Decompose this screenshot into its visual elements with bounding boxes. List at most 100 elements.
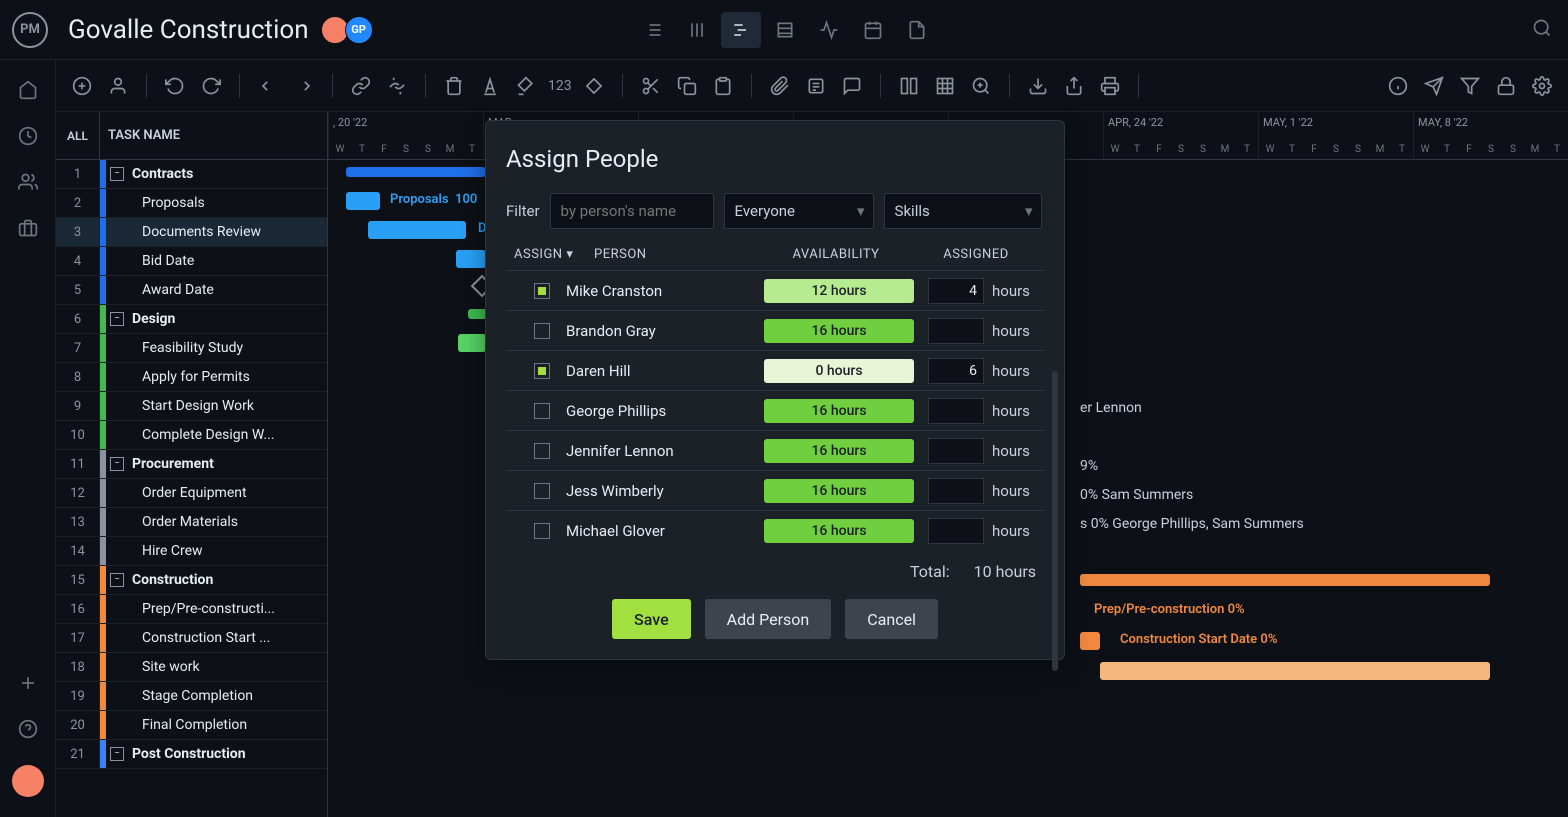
comment-icon[interactable] bbox=[838, 72, 866, 100]
attach-icon[interactable] bbox=[766, 72, 794, 100]
assigned-hours-input[interactable] bbox=[928, 438, 984, 464]
people-scrollbar[interactable] bbox=[1052, 371, 1058, 671]
task-row[interactable]: 11−Procurement bbox=[56, 450, 327, 479]
undo-icon[interactable] bbox=[161, 72, 189, 100]
files-view-icon[interactable] bbox=[897, 12, 937, 48]
task-row[interactable]: 20Final Completion bbox=[56, 711, 327, 740]
task-row[interactable]: 2Proposals bbox=[56, 189, 327, 218]
add-person-button[interactable]: Add Person bbox=[705, 599, 832, 639]
col-header-name[interactable]: TASK NAME bbox=[100, 112, 327, 159]
save-button[interactable]: Save bbox=[612, 599, 691, 639]
assigned-hours-input[interactable] bbox=[928, 478, 984, 504]
gantt-bar-construction[interactable] bbox=[1080, 574, 1490, 586]
gantt-bar-contracts[interactable] bbox=[346, 167, 486, 177]
task-row[interactable]: 6−Design bbox=[56, 305, 327, 334]
assign-checkbox[interactable] bbox=[534, 283, 550, 299]
board-view-icon[interactable] bbox=[677, 12, 717, 48]
gantt-bar-sitework[interactable] bbox=[1100, 662, 1490, 680]
logo-icon[interactable]: PM bbox=[12, 12, 48, 48]
text-color-icon[interactable] bbox=[476, 72, 504, 100]
cancel-button[interactable]: Cancel bbox=[845, 599, 938, 639]
col-header-all[interactable]: ALL bbox=[56, 112, 100, 159]
share-icon[interactable] bbox=[1060, 72, 1088, 100]
assigned-hours-input[interactable] bbox=[928, 398, 984, 424]
team-icon[interactable] bbox=[16, 172, 40, 192]
assign-checkbox[interactable] bbox=[534, 523, 550, 539]
sheet-view-icon[interactable] bbox=[765, 12, 805, 48]
assign-checkbox[interactable] bbox=[534, 363, 550, 379]
recent-icon[interactable] bbox=[16, 126, 40, 146]
lock-icon[interactable] bbox=[1492, 72, 1520, 100]
info-icon[interactable] bbox=[1384, 72, 1412, 100]
collapse-icon[interactable]: − bbox=[110, 167, 124, 181]
delete-icon[interactable] bbox=[440, 72, 468, 100]
task-row[interactable]: 14Hire Crew bbox=[56, 537, 327, 566]
task-row[interactable]: 19Stage Completion bbox=[56, 682, 327, 711]
home-icon[interactable] bbox=[16, 80, 40, 100]
gantt-bar-constr-start[interactable] bbox=[1080, 632, 1100, 650]
help-icon[interactable] bbox=[16, 719, 40, 739]
add-task-icon[interactable] bbox=[68, 72, 96, 100]
columns-icon[interactable] bbox=[895, 72, 923, 100]
collapse-icon[interactable]: − bbox=[110, 573, 124, 587]
avatar-group[interactable]: GP bbox=[325, 16, 373, 44]
zoom-icon[interactable] bbox=[967, 72, 995, 100]
task-row[interactable]: 18Site work bbox=[56, 653, 327, 682]
collapse-icon[interactable]: − bbox=[110, 747, 124, 761]
note-icon[interactable] bbox=[802, 72, 830, 100]
cut-icon[interactable] bbox=[637, 72, 665, 100]
print-icon[interactable] bbox=[1096, 72, 1124, 100]
task-row[interactable]: 4Bid Date bbox=[56, 247, 327, 276]
briefcase-icon[interactable] bbox=[16, 218, 40, 238]
grid-icon[interactable] bbox=[931, 72, 959, 100]
assigned-hours-input[interactable] bbox=[928, 318, 984, 344]
task-row[interactable]: 5Award Date bbox=[56, 276, 327, 305]
unlink-icon[interactable] bbox=[383, 72, 411, 100]
assign-checkbox[interactable] bbox=[534, 483, 550, 499]
highlight-icon[interactable] bbox=[512, 72, 540, 100]
task-row[interactable]: 12Order Equipment bbox=[56, 479, 327, 508]
list-view-icon[interactable] bbox=[633, 12, 673, 48]
current-user-avatar[interactable] bbox=[12, 765, 44, 797]
send-icon[interactable] bbox=[1420, 72, 1448, 100]
export-icon[interactable] bbox=[1024, 72, 1052, 100]
add-icon[interactable] bbox=[16, 673, 40, 693]
gantt-bar-docs[interactable] bbox=[368, 221, 466, 239]
assign-icon[interactable] bbox=[104, 72, 132, 100]
gantt-bar-feasibility[interactable] bbox=[458, 334, 486, 352]
gantt-bar-bid[interactable] bbox=[456, 250, 486, 268]
redo-icon[interactable] bbox=[197, 72, 225, 100]
calendar-view-icon[interactable] bbox=[853, 12, 893, 48]
task-row[interactable]: 8Apply for Permits bbox=[56, 363, 327, 392]
assigned-hours-input[interactable] bbox=[928, 518, 984, 544]
task-row[interactable]: 3Documents Review bbox=[56, 218, 327, 247]
copy-icon[interactable] bbox=[673, 72, 701, 100]
paste-icon[interactable] bbox=[709, 72, 737, 100]
assigned-hours-input[interactable] bbox=[928, 358, 984, 384]
activity-view-icon[interactable] bbox=[809, 12, 849, 48]
avatar[interactable]: GP bbox=[345, 16, 373, 44]
assign-checkbox[interactable] bbox=[534, 323, 550, 339]
task-row[interactable]: 15−Construction bbox=[56, 566, 327, 595]
milestone-icon[interactable] bbox=[580, 72, 608, 100]
skills-dropdown[interactable]: Skills▾ bbox=[884, 193, 1042, 229]
assigned-hours-input[interactable] bbox=[928, 278, 984, 304]
task-row[interactable]: 21−Post Construction bbox=[56, 740, 327, 769]
outdent-icon[interactable] bbox=[254, 72, 282, 100]
indent-icon[interactable] bbox=[290, 72, 318, 100]
th-assign[interactable]: ASSIGN ▾ bbox=[514, 247, 594, 262]
task-row[interactable]: 17Construction Start ... bbox=[56, 624, 327, 653]
collapse-icon[interactable]: − bbox=[110, 312, 124, 326]
assign-checkbox[interactable] bbox=[534, 403, 550, 419]
gantt-bar-proposals[interactable] bbox=[346, 192, 380, 210]
task-row[interactable]: 13Order Materials bbox=[56, 508, 327, 537]
assign-checkbox[interactable] bbox=[534, 443, 550, 459]
task-row[interactable]: 1−Contracts bbox=[56, 160, 327, 189]
search-icon[interactable] bbox=[1532, 18, 1552, 42]
scope-dropdown[interactable]: Everyone▾ bbox=[724, 193, 874, 229]
task-row[interactable]: 16Prep/Pre-constructi... bbox=[56, 595, 327, 624]
task-row[interactable]: 7Feasibility Study bbox=[56, 334, 327, 363]
collapse-icon[interactable]: − bbox=[110, 457, 124, 471]
settings-icon[interactable] bbox=[1528, 72, 1556, 100]
task-row[interactable]: 9Start Design Work bbox=[56, 392, 327, 421]
